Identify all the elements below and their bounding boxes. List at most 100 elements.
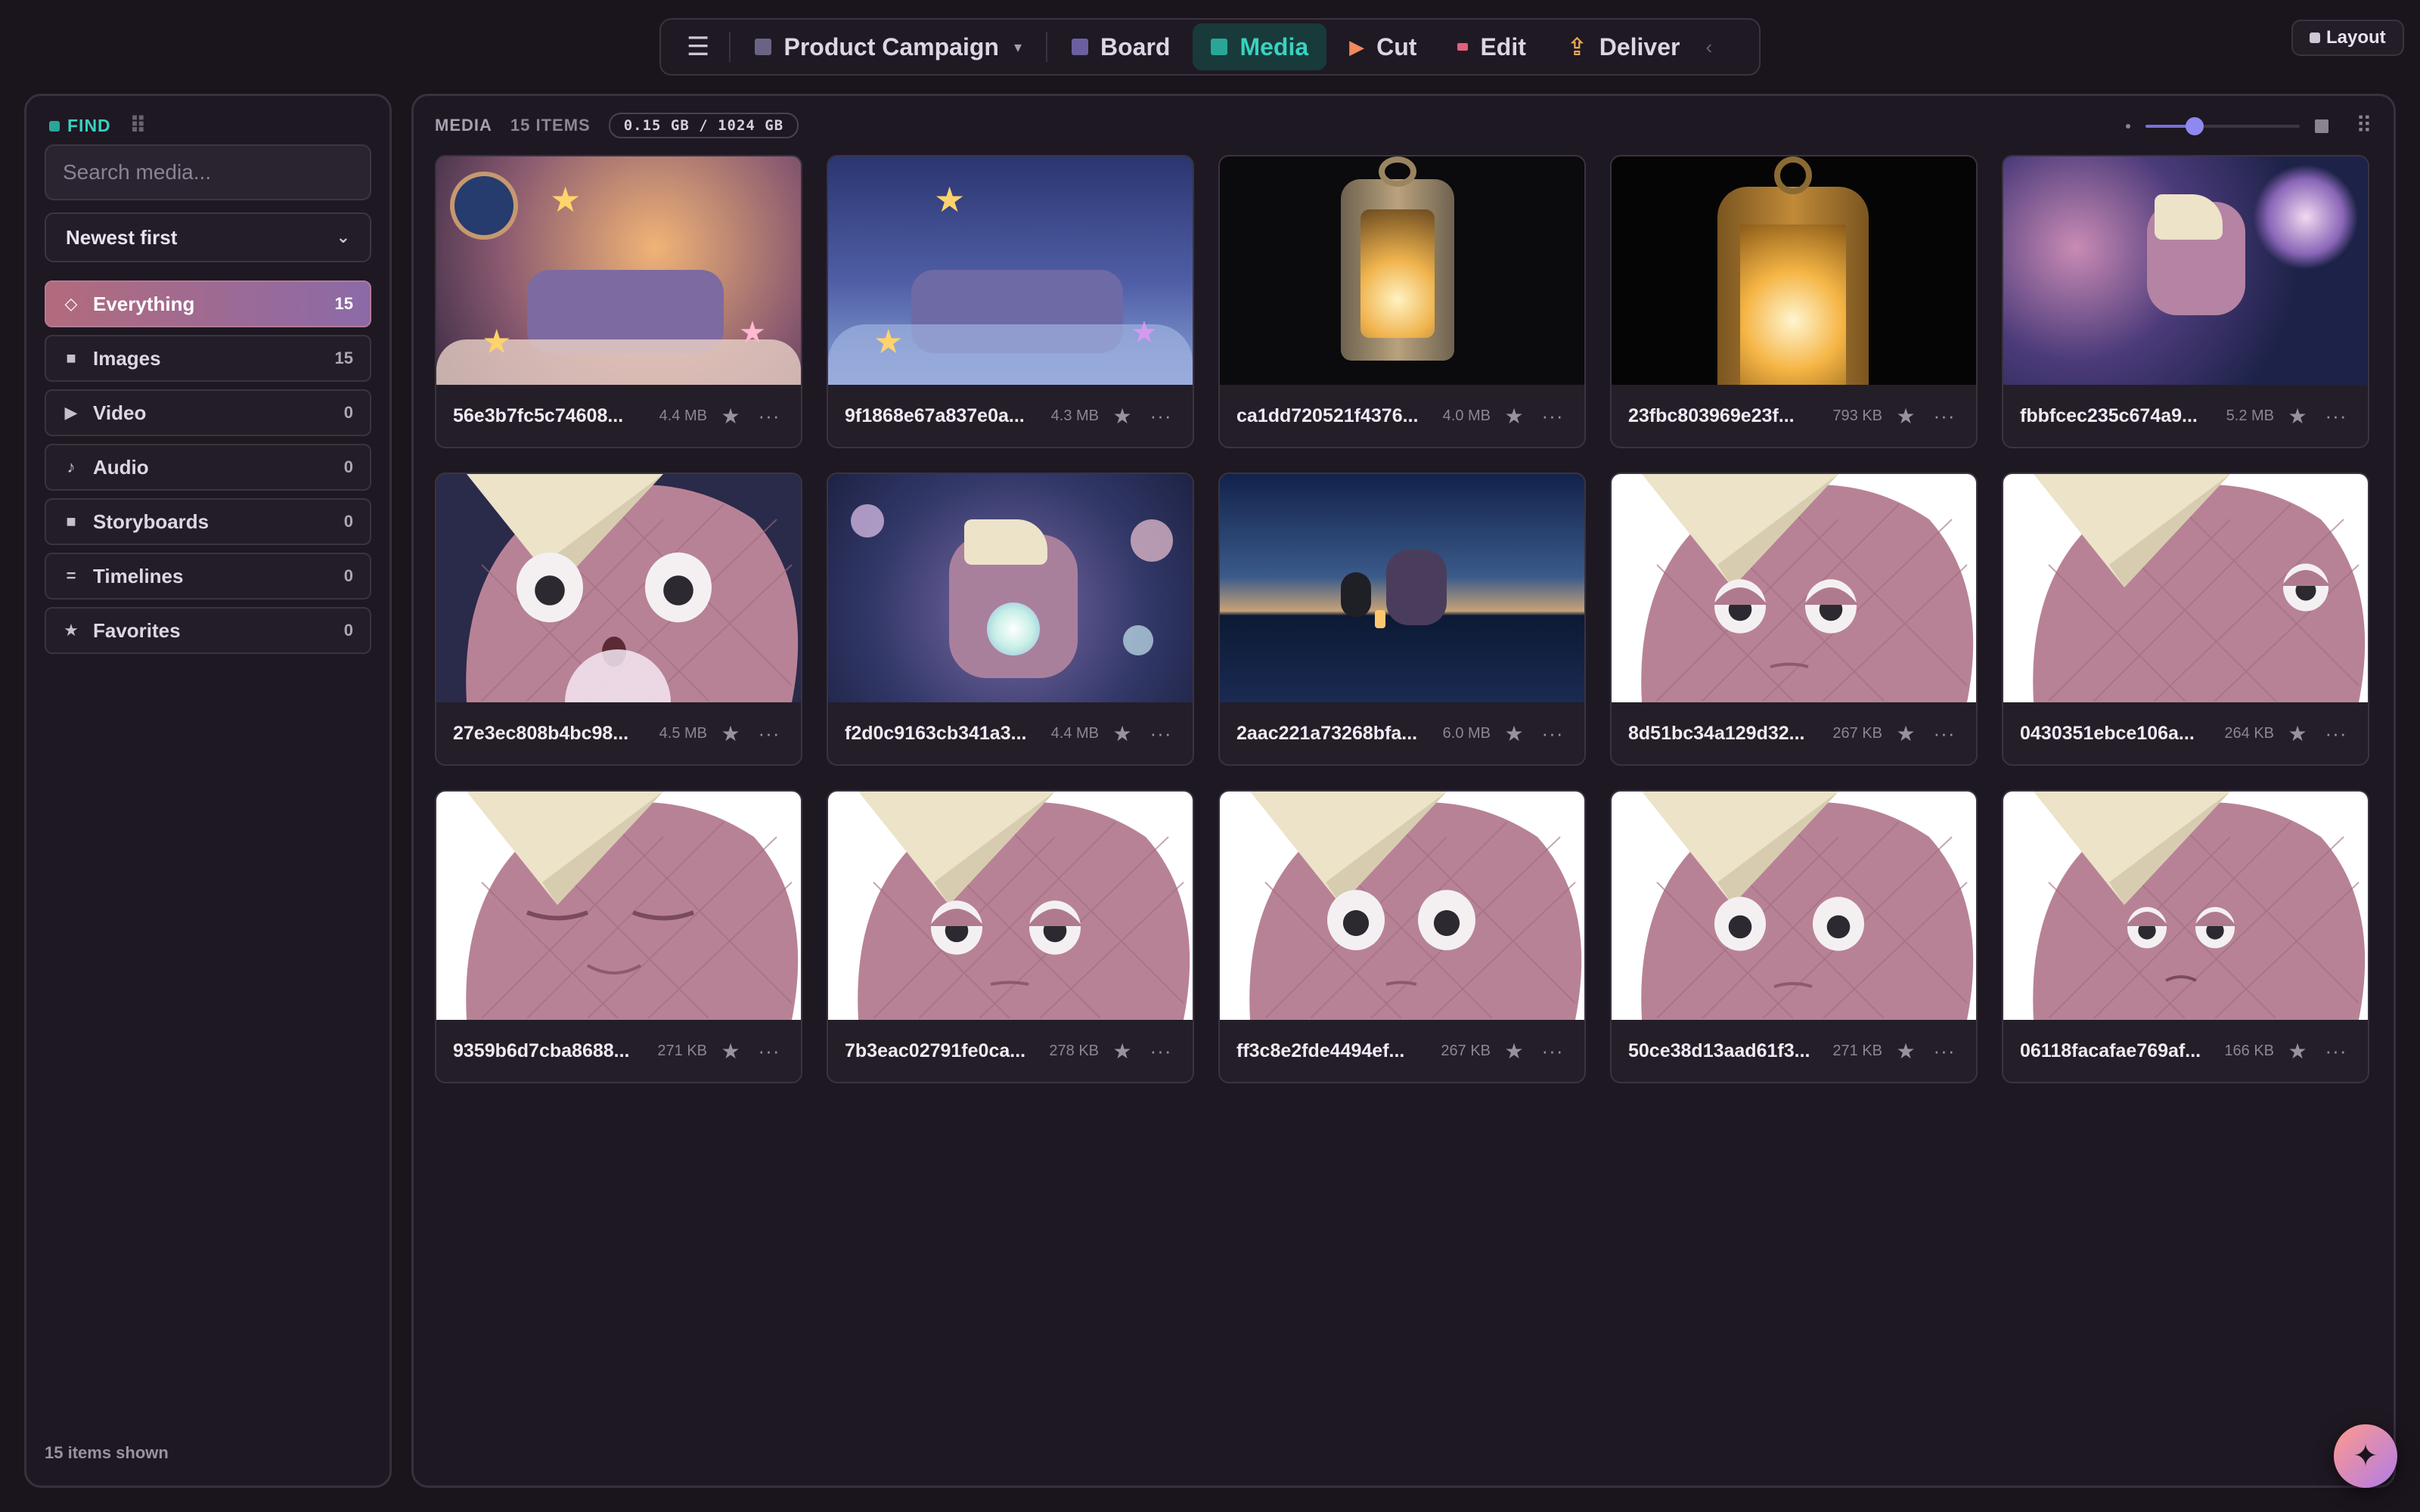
media-meta: 0430351ebce106a... 264 KB ★ ··· — [2003, 702, 2368, 764]
more-options-icon[interactable]: ··· — [1537, 1040, 1568, 1063]
filter-icon: ♪ — [67, 457, 76, 476]
tab-label: Board — [1100, 33, 1171, 60]
media-thumbnail[interactable] — [2003, 474, 2368, 702]
media-card[interactable]: 27e3ec808b4bc98... 4.5 MB ★ ··· — [435, 472, 802, 766]
media-thumbnail[interactable] — [436, 474, 801, 702]
favorite-star-icon[interactable]: ★ — [1891, 404, 1920, 429]
more-options-icon[interactable]: ··· — [1537, 722, 1568, 745]
more-options-icon[interactable]: ··· — [2321, 722, 2351, 745]
find-header: FIND ⠿ — [49, 113, 147, 139]
favorite-star-icon[interactable]: ★ — [716, 404, 745, 429]
media-thumbnail[interactable] — [2003, 792, 2368, 1020]
media-card[interactable]: ff3c8e2fde4494ef... 267 KB ★ ··· — [1218, 790, 1586, 1083]
media-thumbnail[interactable]: ★ ★ ★ — [436, 156, 801, 385]
media-card[interactable]: ★ ★ ★ 56e3b7fc5c74608... 4.4 MB ★ ··· — [435, 155, 802, 448]
more-options-icon[interactable]: ··· — [2321, 1040, 2351, 1063]
more-options-icon[interactable]: ··· — [1929, 1040, 1959, 1063]
media-card[interactable]: ★ ★ ★ 9f1868e67a837e0a... 4.3 MB ★ ··· — [827, 155, 1194, 448]
favorite-star-icon[interactable]: ★ — [716, 721, 745, 746]
more-options-icon[interactable]: ··· — [1929, 404, 1959, 428]
favorite-star-icon[interactable]: ★ — [2283, 721, 2312, 746]
filter-storyboards[interactable]: ■ Storyboards 0 — [45, 498, 371, 545]
favorite-star-icon[interactable]: ★ — [716, 1039, 745, 1064]
media-thumbnail[interactable] — [1220, 156, 1584, 385]
tab-media[interactable]: Media — [1193, 23, 1327, 70]
ai-assistant-button[interactable]: ✦ — [2334, 1424, 2397, 1488]
more-options-icon[interactable]: ··· — [754, 404, 784, 428]
board-square-icon — [1072, 39, 1088, 55]
media-card[interactable]: ca1dd720521f4376... 4.0 MB ★ ··· — [1218, 155, 1586, 448]
tab-board[interactable]: Board — [1053, 23, 1188, 70]
grid-view-icon[interactable]: ⠿ — [2356, 113, 2372, 139]
media-card[interactable]: fbbfcec235c674a9... 5.2 MB ★ ··· — [2002, 155, 2369, 448]
more-options-icon[interactable]: ··· — [1146, 722, 1176, 745]
media-thumbnail[interactable] — [1612, 156, 1976, 385]
favorite-star-icon[interactable]: ★ — [1500, 404, 1528, 429]
media-filename: 50ce38d13aad61f3... — [1628, 1040, 1810, 1061]
media-thumbnail[interactable] — [828, 474, 1193, 702]
media-card[interactable]: 9359b6d7cba8688... 271 KB ★ ··· — [435, 790, 802, 1083]
menu-button[interactable]: ☰ — [673, 23, 723, 70]
media-thumbnail[interactable] — [1220, 792, 1584, 1020]
media-meta: 7b3eac02791fe0ca... 278 KB ★ ··· — [828, 1020, 1193, 1082]
project-name: Product Campaign — [783, 33, 999, 60]
media-card[interactable]: 8d51bc34a129d32... 267 KB ★ ··· — [1610, 472, 1978, 766]
filter-count: 0 — [343, 621, 353, 640]
filter-everything[interactable]: ◇ Everything 15 — [45, 280, 371, 327]
media-card[interactable]: 7b3eac02791fe0ca... 278 KB ★ ··· — [827, 790, 1194, 1083]
more-options-icon[interactable]: ··· — [1146, 1040, 1176, 1063]
favorite-star-icon[interactable]: ★ — [1108, 721, 1137, 746]
more-options-icon[interactable]: ··· — [1537, 404, 1568, 428]
media-filesize: 793 KB — [1832, 407, 1882, 424]
media-thumbnail[interactable] — [1612, 474, 1976, 702]
slider-handle[interactable] — [2186, 116, 2204, 135]
favorite-star-icon[interactable]: ★ — [1891, 1039, 1920, 1064]
tab-edit[interactable]: Edit — [1439, 23, 1544, 70]
media-filename: ca1dd720521f4376... — [1236, 404, 1419, 426]
media-thumbnail[interactable]: ★ ★ ★ — [828, 156, 1193, 385]
more-options-icon[interactable]: ··· — [754, 722, 784, 745]
media-card[interactable]: 2aac221a73268bfa... 6.0 MB ★ ··· — [1218, 472, 1586, 766]
thumbnail-size-slider[interactable] — [2145, 116, 2301, 135]
filter-images[interactable]: ■ Images 15 — [45, 335, 371, 382]
tab-deliver[interactable]: ⇪ Deliver — [1549, 23, 1699, 70]
favorite-star-icon[interactable]: ★ — [1108, 1039, 1137, 1064]
filter-favorites[interactable]: ★ Favorites 0 — [45, 607, 371, 654]
media-thumbnail[interactable] — [436, 792, 801, 1020]
nav-tabs: Board Media ▶ Cut Edit ⇪ Deliver — [1053, 23, 1698, 70]
filter-audio[interactable]: ♪ Audio 0 — [45, 444, 371, 491]
media-filename: 56e3b7fc5c74608... — [453, 404, 624, 426]
project-selector[interactable]: Product Campaign ▾ — [737, 23, 1040, 70]
favorite-star-icon[interactable]: ★ — [1500, 721, 1528, 746]
media-thumbnail[interactable] — [1612, 792, 1976, 1020]
tab-cut[interactable]: ▶ Cut — [1331, 23, 1435, 70]
sort-dropdown[interactable]: Newest first ⌄ — [45, 212, 371, 262]
favorite-star-icon[interactable]: ★ — [2283, 404, 2312, 429]
favorite-star-icon[interactable]: ★ — [2283, 1039, 2312, 1064]
favorite-star-icon[interactable]: ★ — [1500, 1039, 1528, 1064]
zoom-large-icon — [2315, 119, 2329, 133]
media-card[interactable]: 23fbc803969e23f... 793 KB ★ ··· — [1610, 155, 1978, 448]
filter-count: 15 — [334, 349, 353, 367]
more-options-icon[interactable]: ··· — [754, 1040, 784, 1063]
media-card[interactable]: 06118facafae769af... 166 KB ★ ··· — [2002, 790, 2369, 1083]
favorite-star-icon[interactable]: ★ — [1108, 404, 1137, 429]
layout-button[interactable]: Layout — [2291, 20, 2404, 56]
search-input[interactable] — [45, 144, 371, 200]
more-options-icon[interactable]: ··· — [1146, 404, 1176, 428]
collapse-icon[interactable]: ‹ — [1705, 36, 1712, 59]
favorite-star-icon[interactable]: ★ — [1891, 721, 1920, 746]
drag-grip-icon[interactable]: ⠿ — [129, 113, 147, 139]
media-thumbnail[interactable] — [828, 792, 1193, 1020]
filter-icon: ■ — [66, 349, 76, 367]
media-card[interactable]: 50ce38d13aad61f3... 271 KB ★ ··· — [1610, 790, 1978, 1083]
filter-timelines[interactable]: = Timelines 0 — [45, 553, 371, 600]
filter-video[interactable]: ▶ Video 0 — [45, 389, 371, 436]
more-options-icon[interactable]: ··· — [2321, 404, 2351, 428]
more-options-icon[interactable]: ··· — [1929, 722, 1959, 745]
media-thumbnail[interactable] — [2003, 156, 2368, 385]
media-thumbnail[interactable] — [1220, 474, 1584, 702]
media-card[interactable]: 0430351ebce106a... 264 KB ★ ··· — [2002, 472, 2369, 766]
media-card[interactable]: f2d0c9163cb341a3... 4.4 MB ★ ··· — [827, 472, 1194, 766]
media-filename: 0430351ebce106a... — [2020, 722, 2195, 744]
